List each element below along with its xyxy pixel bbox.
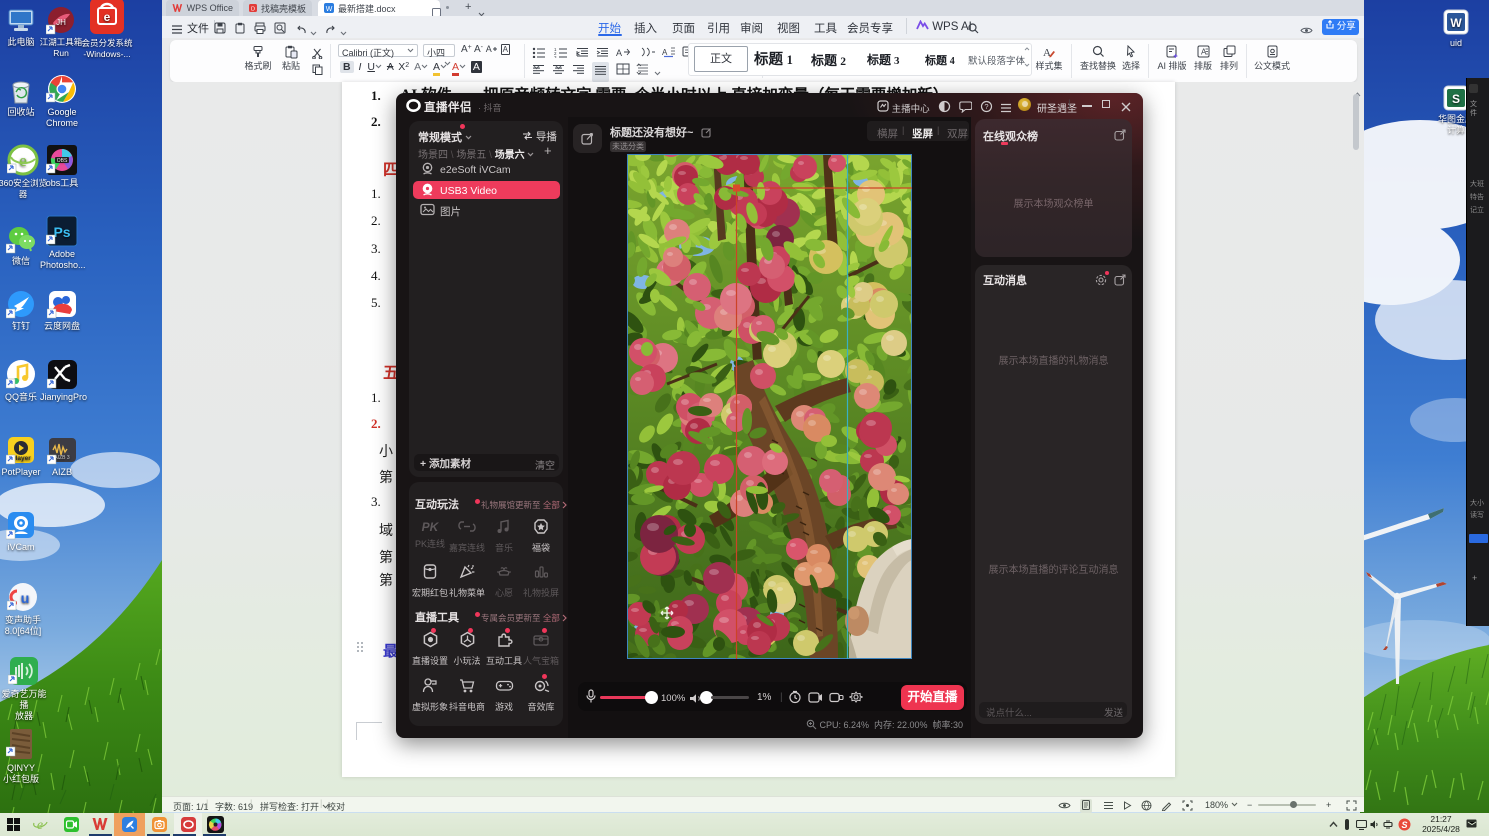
svg-text:S: S (1452, 92, 1460, 106)
svg-text:JH: JH (56, 18, 66, 27)
svg-text:e: e (104, 10, 111, 24)
svg-text:e: e (37, 818, 43, 832)
svg-text:Ps: Ps (53, 224, 70, 240)
svg-text:u: u (21, 590, 30, 606)
svg-text:OBS: OBS (57, 158, 68, 164)
svg-text:?: ? (984, 102, 988, 111)
svg-text:W: W (326, 6, 333, 13)
svg-text:e: e (19, 151, 27, 170)
svg-text:W: W (1450, 16, 1462, 30)
svg-text:AIZB 3: AIZB 3 (54, 455, 70, 461)
svg-text:S: S (1401, 820, 1407, 830)
svg-text:D: D (251, 6, 255, 12)
